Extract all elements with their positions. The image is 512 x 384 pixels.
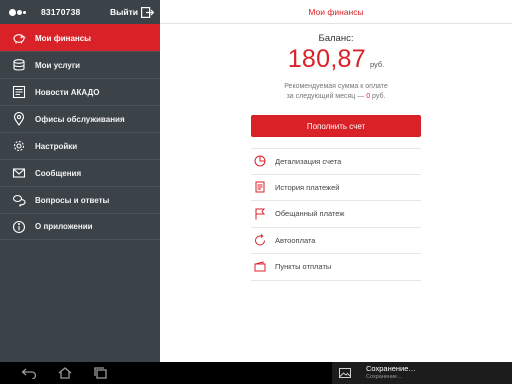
- notification-text: Сохранение… Сохранение…: [366, 365, 416, 381]
- recommend-line-2: за следующий месяц — 0 руб.: [160, 92, 512, 102]
- image-icon: [339, 368, 351, 378]
- back-icon: [21, 368, 37, 379]
- sidebar-item-settings[interactable]: Настройки: [0, 132, 160, 159]
- gear-icon: [12, 139, 26, 153]
- top-up-button[interactable]: Пополнить счет: [251, 115, 421, 137]
- save-notification[interactable]: Сохранение… Сохранение…: [332, 362, 512, 384]
- sidebar-item-label: О приложении: [35, 222, 93, 231]
- newspaper-icon: [12, 85, 26, 99]
- piggy-bank-icon: [12, 31, 26, 45]
- home-icon: [58, 367, 72, 379]
- map-pin-icon: [12, 112, 26, 126]
- info-icon: [12, 220, 26, 234]
- sidebar-item-about[interactable]: О приложении: [0, 213, 160, 240]
- akado-logo: [9, 8, 26, 16]
- recommended-payment-text: Рекомендуемая сумма к оплате за следующи…: [160, 82, 512, 102]
- refresh-icon: [253, 234, 266, 247]
- recommend-prefix: за следующий месяц —: [286, 93, 367, 100]
- pie-chart-icon: [253, 155, 266, 168]
- document-icon: [253, 181, 266, 194]
- stack-icon: [12, 58, 26, 72]
- recommend-line-1: Рекомендуемая сумма к оплате: [284, 83, 388, 90]
- home-button[interactable]: [56, 366, 74, 380]
- sidebar-item-messages[interactable]: Сообщения: [0, 159, 160, 186]
- sidebar-item-label: Настройки: [35, 141, 78, 151]
- menu-item-label: Пункты отплаты: [275, 262, 332, 272]
- balance-currency: руб.: [369, 60, 385, 69]
- logout-button[interactable]: Выйти: [109, 6, 154, 18]
- sidebar-item-label: Новости АКАДО: [35, 87, 100, 97]
- menu-item-label: История платежей: [275, 182, 340, 192]
- main-pane: Мои финансы Баланс: 180,87 руб. Рекоменду…: [160, 0, 512, 362]
- sidebar-item-offices[interactable]: Офисы обслуживания: [0, 105, 160, 132]
- chat-bubbles-icon: [12, 193, 26, 207]
- sidebar-item-faq[interactable]: Вопросы и ответы: [0, 186, 160, 213]
- sidebar-item-label: Мои финансы: [35, 33, 92, 43]
- logout-label: Выйти: [109, 7, 138, 17]
- sidebar-item-label: Офисы обслуживания: [35, 114, 125, 124]
- finance-menu: Детализация счета История платежей Обеща…: [251, 148, 421, 281]
- recommend-suffix: руб.: [370, 93, 386, 100]
- sidebar-item-label: Мои услуги: [35, 60, 81, 70]
- menu-item-promised-payment[interactable]: Обещанный платеж: [251, 201, 421, 228]
- page-title: Мои финансы: [160, 0, 512, 24]
- menu-item-payment-points[interactable]: Пункты отплаты: [251, 254, 421, 281]
- envelope-icon: [12, 166, 26, 180]
- sidebar-item-news[interactable]: Новости АКАДО: [0, 78, 160, 105]
- notification-title: Сохранение…: [366, 364, 416, 373]
- account-number: 83170738: [41, 7, 81, 17]
- sidebar-nav: Мои финансы Мои услуги Новости АКАДО Офи…: [0, 24, 160, 240]
- menu-item-payment-history[interactable]: История платежей: [251, 175, 421, 201]
- logout-icon: [141, 6, 154, 18]
- sidebar-item-label: Вопросы и ответы: [35, 195, 110, 205]
- notification-subtitle: Сохранение…: [366, 374, 403, 380]
- balance-value: 180,87 руб.: [160, 45, 512, 77]
- flag-icon: [253, 207, 266, 220]
- sidebar-header: 83170738 Выйти: [0, 0, 160, 24]
- sidebar-item-label: Сообщения: [35, 168, 82, 178]
- menu-item-label: Детализация счета: [275, 156, 342, 166]
- sidebar-item-my-services[interactable]: Мои услуги: [0, 51, 160, 78]
- menu-item-label: Обещанный платеж: [275, 209, 345, 219]
- menu-item-label: Автооплата: [275, 235, 316, 245]
- wallet-icon: [253, 260, 266, 273]
- sidebar-item-my-finances[interactable]: Мои финансы: [0, 24, 160, 51]
- back-button[interactable]: [20, 366, 38, 380]
- recent-apps-button[interactable]: [92, 366, 110, 380]
- recent-apps-icon: [94, 367, 107, 379]
- balance-amount: 180,87: [287, 45, 366, 73]
- sidebar: 83170738 Выйти Мои финансы Мои услуги Но…: [0, 0, 160, 362]
- balance-label: Баланс:: [318, 33, 354, 44]
- menu-item-account-details[interactable]: Детализация счета: [251, 148, 421, 175]
- menu-item-autopay[interactable]: Автооплата: [251, 228, 421, 254]
